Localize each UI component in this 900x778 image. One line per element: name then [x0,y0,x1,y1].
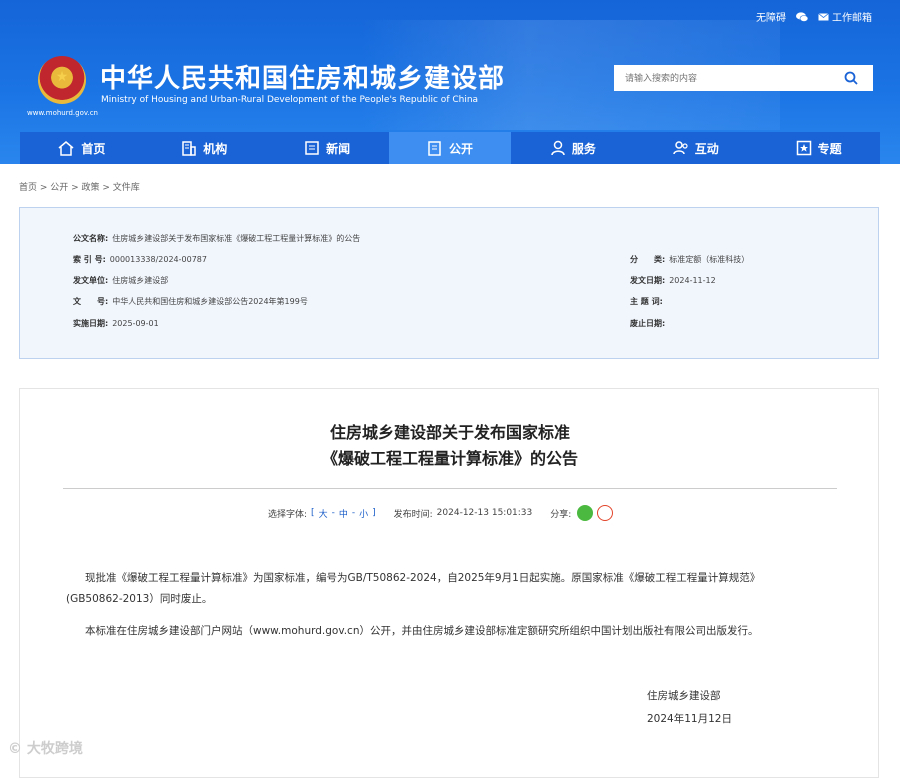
breadcrumb[interactable]: 首页 > 公开 > 政策 > 文件库 [19,180,140,193]
signature: 住房城乡建设部 [647,690,721,702]
font-medium-button[interactable]: 中 [339,507,348,520]
site-title[interactable]: 中华人民共和国住房和城乡建设部 [100,58,505,95]
search-input[interactable] [615,67,827,91]
paragraph-2: 本标准在住房城乡建设部门户网站（www.mohurd.gov.cn）公开，并由住… [85,625,759,637]
font-small-button[interactable]: 小 [359,507,368,520]
star-icon [796,140,811,156]
main-nav: 首页 机构 新闻 公开 服务 互动 专题 [20,132,880,164]
home-icon [58,141,74,156]
article-title-line2: 《爆破工程工程量计算标准》的公告 [321,449,578,468]
work-email-link[interactable]: 工作邮箱 [818,9,872,24]
publish-time: 2024-12-13 15:01:33 [436,508,533,518]
search-icon [844,71,858,85]
site-url: www.mohurd.gov.cn [27,109,98,117]
national-emblem: ★ [38,56,86,104]
search-box [614,65,873,91]
title-divider [63,488,837,489]
info-title-row: 公文名称: 住房城乡建设部关于发布国家标准《爆破工程工程量计算标准》的公告 [73,234,361,243]
font-size-label: 选择字体: [268,509,308,520]
info-index-row: 索 引 号: 000013338/2024-00787 [73,255,207,264]
document-info-box: 公文名称: 住房城乡建设部关于发布国家标准《爆破工程工程量计算标准》的公告 索 引… [19,207,879,359]
info-effective-row: 实施日期: 2025-09-01 [73,319,159,328]
share-label: 分享: [550,509,572,520]
nav-item-news[interactable]: 新闻 [266,132,389,164]
search-button[interactable] [830,66,872,90]
article-meta: 选择字体: [ 大 - 中 - 小 ] 发布时间: 2024-12-13 15:… [268,505,614,521]
sign-date: 2024年11月12日 [647,713,732,725]
interact-icon [672,141,688,155]
weibo-share-icon[interactable] [597,505,614,521]
wechat-share-icon[interactable] [577,505,594,521]
site-header: 无障碍 工作邮箱 ★ 中华人民共和国住房和城乡建设部 Ministry of H… [0,0,900,164]
info-date-row: 发文日期: 2024-11-12 [630,276,716,285]
nav-item-organization[interactable]: 机构 [143,132,266,164]
site-subtitle: Ministry of Housing and Urban-Rural Deve… [101,95,479,105]
info-repeal-row: 废止日期: [630,319,666,328]
mail-icon [818,12,829,20]
wechat-icon[interactable] [796,11,808,22]
user-service-icon [551,140,565,156]
info-subject-row: 主 题 词: [630,297,663,306]
article-title-line1: 住房城乡建设部关于发布国家标准 [329,423,570,442]
paragraph-1-line-2: (GB50862-2013）同时废止。 [66,593,213,605]
nav-item-interact[interactable]: 互动 [634,132,757,164]
info-category-row: 分 类: 标准定额（标准科技） [630,255,750,264]
watermark: © 大牧跨境 [8,741,83,757]
publish-time-label: 发布时间: [393,509,433,520]
nav-item-home[interactable]: 首页 [20,132,143,164]
font-large-button[interactable]: 大 [319,507,328,520]
building-icon [182,141,197,156]
nav-item-public[interactable]: 公开 [388,132,512,164]
news-icon [305,141,319,155]
paragraph-1-line-1: 现批准《爆破工程工程量计算标准》为国家标准，编号为GB/T50862-2024，… [85,572,761,584]
article: 住房城乡建设部关于发布国家标准 《爆破工程工程量计算标准》的公告 选择字体: [… [19,388,879,778]
info-issuer-row: 发文单位: 住房城乡建设部 [73,276,169,285]
nav-item-service[interactable]: 服务 [511,132,634,164]
document-icon [428,141,441,156]
nav-item-topics[interactable]: 专题 [757,132,880,164]
accessibility-link[interactable]: 无障碍 [756,9,786,24]
info-docno-row: 文 号: 中华人民共和国住房和城乡建设部公告2024年第199号 [73,297,308,306]
watermark-logo-icon: © [8,741,22,757]
top-links: 无障碍 工作邮箱 [756,9,872,24]
